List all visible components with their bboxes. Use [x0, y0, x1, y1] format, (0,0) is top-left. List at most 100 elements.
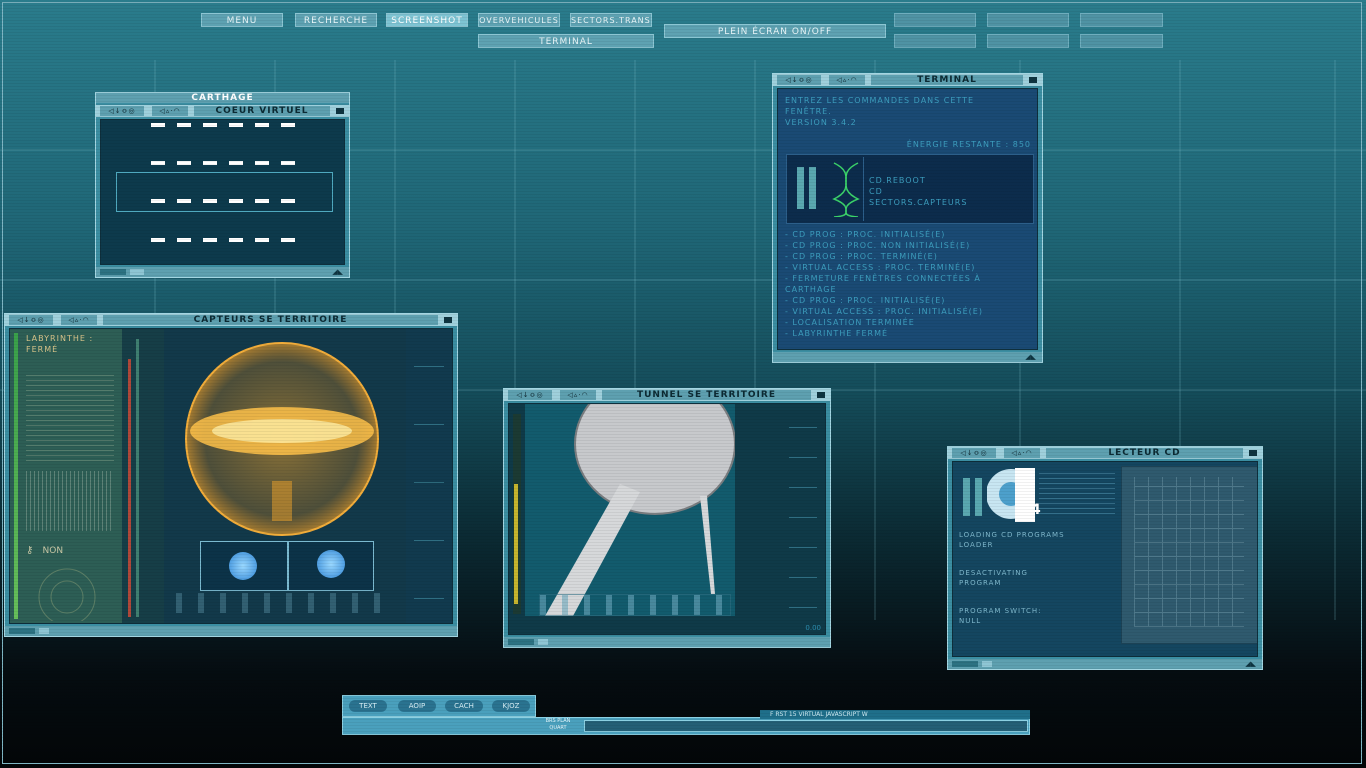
menu-button[interactable]: MENU [201, 13, 283, 27]
probe-icon [317, 550, 345, 578]
blank-nav-button-2[interactable] [987, 13, 1069, 27]
blank-nav-button-4[interactable] [894, 34, 976, 48]
core-row-3-selected[interactable] [116, 172, 333, 212]
status-line: DESACTIVATING [959, 569, 1028, 577]
command-item[interactable]: SECTORS.CAPTEURS [869, 197, 967, 208]
close-icon[interactable] [336, 108, 344, 114]
log-line: - VIRTUAL ACCESS : PROC. INITIALISÉ(E) [785, 307, 983, 316]
dock-ticker-text: F RST 15 VIRTUAL JAVASCRIPT W [770, 711, 868, 718]
carthage-subtitle: COEUR VIRTUEL [194, 106, 330, 116]
log-line: - CD PROG : PROC. TERMINÉ(E) [785, 252, 938, 261]
capteurs-status-bar [5, 626, 457, 636]
capteurs-title: CAPTEURS SE TERRITOIRE [103, 315, 438, 325]
blank-nav-button-6[interactable] [1080, 34, 1163, 48]
recherche-button[interactable]: RECHERCHE [295, 13, 377, 27]
energy-sphere [185, 342, 379, 536]
carthage-title-bar[interactable]: ◁↓≎◎ ◁▵·◠ COEUR VIRTUEL [96, 105, 349, 117]
command-item[interactable]: CD.REBOOT [869, 175, 967, 186]
status-line: NULL [959, 617, 982, 625]
labyrinth-status: FERMÉ [26, 345, 59, 354]
tunnel-status-bar [504, 637, 830, 647]
close-icon[interactable] [817, 392, 825, 398]
dock-side-label-text: BRS PLAN [545, 718, 571, 724]
probe-slot-2[interactable] [288, 541, 374, 591]
cd-disc-icon[interactable] [987, 466, 1035, 522]
screenshot-button[interactable]: SCREENSHOT [386, 13, 468, 27]
command-item[interactable]: CD [869, 186, 967, 197]
level-meter [14, 333, 18, 619]
overvehicules-button[interactable]: OVERVEHICULES [478, 13, 560, 27]
dock-button-cach[interactable]: CACH [445, 700, 483, 712]
capteurs-scroll-column[interactable] [406, 329, 452, 623]
lecteur-panel: 4 LOADING CD PROGRAMS LOADER DESACTIVATI… [952, 461, 1258, 657]
log-line: - VIRTUAL ACCESS : PROC. TERMINÉ(E) [785, 263, 976, 272]
lecteur-status-list: LOADING CD PROGRAMS LOADER DESACTIVATING… [959, 530, 1065, 626]
close-icon[interactable] [1249, 450, 1257, 456]
sensor-viewport [164, 329, 410, 623]
dock-side-sub-text: QUART [549, 725, 567, 731]
lecteur-title-bar[interactable]: ◁↓≎◎ ◁▵·◠ LECTEUR CD [948, 447, 1262, 459]
window-controls-alt[interactable]: ◁▵·◠ [61, 315, 97, 325]
intro-line-2: FENÊTRE. [785, 107, 832, 116]
cd-display-panel [1121, 466, 1257, 644]
intro-line-3: VERSION 3.4.2 [785, 118, 857, 127]
dock-button-aoip[interactable]: AOIP [398, 700, 436, 712]
window-controls-alt[interactable]: ◁▵·◠ [1004, 448, 1040, 458]
probe-icon [229, 552, 257, 580]
terminal-title-bar[interactable]: ◁↓≎◎ ◁▵·◠ TERMINAL [773, 74, 1042, 86]
carthage-window: CARTHAGE ◁↓≎◎ ◁▵·◠ COEUR VIRTUEL ◢◣ [95, 92, 350, 278]
window-controls-alt[interactable]: ◁▵·◠ [560, 390, 596, 400]
dock-progress-track[interactable] [584, 720, 1028, 732]
blank-nav-button-5[interactable] [987, 34, 1069, 48]
status-line: LOADER [959, 541, 994, 549]
lecteur-status-bar: ◢◣ [948, 659, 1262, 669]
tunnel-title-bar[interactable]: ◁↓≎◎ ◁▵·◠ TUNNEL SE TERRITOIRE [504, 389, 830, 401]
tunnel-scroll-column[interactable] [789, 408, 817, 608]
dna-icon [832, 162, 860, 217]
tunnel-title: TUNNEL SE TERRITOIRE [602, 390, 811, 400]
signal-columns [122, 329, 164, 623]
status-line: LOADING CD PROGRAMS [959, 531, 1065, 539]
lecteur-title: LECTEUR CD [1046, 448, 1243, 458]
bar-icon [975, 478, 982, 516]
radar-icon [38, 568, 96, 621]
window-controls[interactable]: ◁↓≎◎ [777, 75, 821, 85]
blank-nav-button-1[interactable] [894, 13, 976, 27]
tunnel-window: ◁↓≎◎ ◁▵·◠ TUNNEL SE TERRITOIRE 0.00 [503, 388, 831, 648]
window-controls[interactable]: ◁↓≎◎ [508, 390, 552, 400]
status-line: PROGRAM SWITCH: [959, 607, 1042, 615]
dock-button-text[interactable]: TEXT [349, 700, 387, 712]
bar-icon [797, 167, 804, 209]
terminal-window: ◁↓≎◎ ◁▵·◠ TERMINAL ENTREZ LES COMMANDES … [772, 73, 1043, 363]
key-row: ⚷ NON [26, 545, 63, 556]
sensor-readout-strip [176, 593, 396, 613]
command-list: CD.REBOOT CD SECTORS.CAPTEURS [869, 175, 967, 208]
bar-icon [963, 478, 970, 516]
tunnel-readout-strip [539, 594, 731, 616]
fullscreen-toggle-button[interactable]: PLEIN ÉCRAN ON/OFF [664, 24, 886, 38]
terminal-console[interactable]: ENTREZ LES COMMANDES DANS CETTE FENÊTRE.… [777, 88, 1038, 350]
close-icon[interactable] [444, 317, 452, 323]
blank-nav-button-3[interactable] [1080, 13, 1163, 27]
dock-side-label: BRS PLAN QUART [536, 718, 580, 734]
probe-slot-1[interactable] [200, 541, 288, 591]
log-line: - CD PROG : PROC. INITIALISÉ(E) [785, 230, 946, 239]
carthage-header: CARTHAGE [96, 93, 349, 103]
close-icon[interactable] [1029, 77, 1037, 83]
sectors-transp-button[interactable]: SECTORS.TRANSP [570, 13, 652, 27]
energy-readout: ÉNERGIE RESTANTE : 850 [906, 140, 1031, 149]
terminal-button[interactable]: TERMINAL [478, 34, 654, 48]
window-controls[interactable]: ◁↓≎◎ [100, 106, 144, 116]
log-line: - CD PROG : PROC. NON INITIALISÉ(E) [785, 241, 971, 250]
window-controls[interactable]: ◁↓≎◎ [952, 448, 996, 458]
log-line: - FERMETURE FENÊTRES CONNECTÉES À [785, 274, 981, 283]
window-controls-alt[interactable]: ◁▵·◠ [829, 75, 865, 85]
terminal-intro: ENTREZ LES COMMANDES DANS CETTE FENÊTRE.… [785, 95, 974, 128]
window-controls-alt[interactable]: ◁▵·◠ [152, 106, 188, 116]
capteurs-title-bar[interactable]: ◁↓≎◎ ◁▵·◠ CAPTEURS SE TERRITOIRE [5, 314, 457, 326]
sensor-readout [26, 371, 114, 461]
bar-icon [809, 167, 816, 209]
log-line: - LABYRINTHE FERMÉ [785, 329, 889, 338]
window-controls[interactable]: ◁↓≎◎ [9, 315, 53, 325]
dock-button-kjoz[interactable]: KJOZ [492, 700, 530, 712]
